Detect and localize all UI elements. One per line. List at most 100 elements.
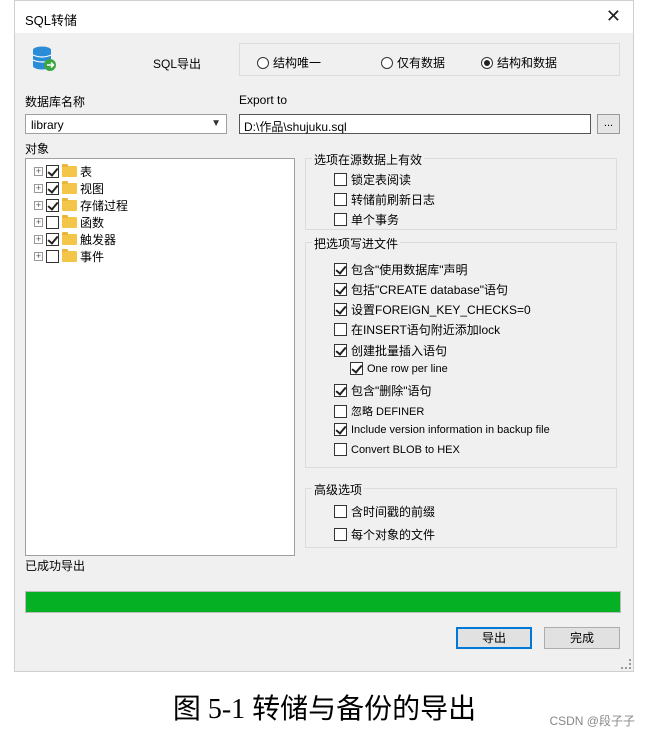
tree-item-views[interactable]: + 视图: [34, 180, 104, 197]
checkbox[interactable]: [334, 193, 347, 206]
resize-grip-icon[interactable]: [621, 659, 631, 669]
option-add-lock[interactable]: 在INSERT语句附近添加lock: [334, 321, 500, 338]
status-text: 已成功导出: [25, 559, 86, 573]
expand-icon[interactable]: +: [34, 167, 43, 176]
file-options-title: 把选项写进文件: [312, 235, 401, 252]
option-use-database[interactable]: 包含"使用数据库"声明: [334, 261, 468, 278]
tree-item-label: 存储过程: [80, 199, 129, 213]
tree-item-tables[interactable]: + 表: [34, 163, 92, 180]
option-one-row-per-line[interactable]: One row per line: [350, 362, 448, 375]
checkbox[interactable]: [334, 173, 347, 186]
tree-item-triggers[interactable]: + 触发器: [34, 231, 116, 248]
watermark: CSDN @段子子: [549, 714, 635, 728]
expand-icon[interactable]: +: [34, 252, 43, 261]
option-blob-to-hex[interactable]: Convert BLOB to HEX: [334, 443, 460, 456]
option-include-drop[interactable]: 包含"删除"语句: [334, 382, 432, 399]
folder-icon: [62, 215, 77, 228]
checkbox[interactable]: [350, 362, 363, 375]
radio-button[interactable]: [257, 56, 269, 69]
checkbox[interactable]: [334, 505, 347, 518]
tree-item-procedures[interactable]: + 存储过程: [34, 197, 128, 214]
database-name-label: 数据库名称: [25, 95, 86, 109]
radio-button[interactable]: [381, 56, 393, 69]
tree-item-label: 事件: [80, 250, 105, 264]
tree-item-functions[interactable]: + 函数: [34, 214, 104, 231]
option-label: 包括"CREATE database"语句: [351, 283, 509, 297]
database-select-value: library: [31, 118, 64, 132]
folder-icon: [62, 198, 77, 211]
checkbox[interactable]: [46, 182, 59, 195]
option-ignore-definer[interactable]: 忽略 DEFINER: [334, 403, 424, 419]
checkbox[interactable]: [334, 384, 347, 397]
checkbox[interactable]: [46, 250, 59, 263]
object-tree[interactable]: + 表 + 视图 + 存储过程 + 函数 + 触发器 + 事件: [25, 158, 295, 556]
expand-icon[interactable]: +: [34, 218, 43, 227]
checkbox[interactable]: [334, 404, 347, 418]
folder-icon: [62, 249, 77, 262]
radio-structure-only[interactable]: 结构唯一: [257, 54, 321, 71]
database-icon: [32, 46, 56, 71]
tree-item-label: 触发器: [80, 233, 117, 247]
close-icon[interactable]: ✕: [606, 6, 621, 26]
checkbox[interactable]: [334, 283, 347, 296]
option-file-per-object[interactable]: 每个对象的文件: [334, 526, 435, 543]
source-options-title: 选项在源数据上有效: [312, 151, 425, 168]
option-flush-logs[interactable]: 转储前刷新日志: [334, 191, 435, 208]
finish-button[interactable]: 完成: [544, 627, 620, 649]
radio-data-only[interactable]: 仅有数据: [381, 54, 445, 71]
chevron-down-icon[interactable]: ▼: [211, 118, 221, 129]
browse-button[interactable]: ...: [597, 114, 620, 134]
source-options-group: 选项在源数据上有效 锁定表阅读 转储前刷新日志 单个事务: [305, 151, 617, 230]
export-mode-label: SQL导出: [153, 57, 202, 71]
checkbox[interactable]: [334, 213, 347, 226]
option-label: 设置FOREIGN_KEY_CHECKS=0: [351, 303, 531, 317]
tree-item-label: 表: [80, 165, 93, 179]
database-select[interactable]: library ▼: [25, 114, 227, 134]
window-title: SQL转储: [25, 13, 78, 28]
sql-dump-dialog: SQL转储 ✕ SQL导出 结构唯一 仅有数据 结构和数据 数据库名称 libr…: [14, 0, 634, 672]
checkbox[interactable]: [46, 233, 59, 246]
export-button[interactable]: 导出: [456, 627, 532, 649]
option-version-info[interactable]: Include version information in backup fi…: [334, 423, 550, 436]
checkbox[interactable]: [334, 263, 347, 276]
option-label: 包含"使用数据库"声明: [351, 263, 468, 277]
checkbox[interactable]: [334, 423, 347, 436]
checkbox[interactable]: [334, 528, 347, 541]
option-foreign-key-checks[interactable]: 设置FOREIGN_KEY_CHECKS=0: [334, 301, 531, 318]
option-bulk-insert[interactable]: 创建批量插入语句: [334, 342, 447, 359]
checkbox[interactable]: [46, 216, 59, 229]
advanced-options-title: 高级选项: [312, 481, 365, 498]
expand-icon[interactable]: +: [34, 235, 43, 244]
folder-icon: [62, 232, 77, 245]
checkbox[interactable]: [46, 165, 59, 178]
progress-bar: [25, 591, 621, 613]
expand-icon[interactable]: +: [34, 201, 43, 210]
checkbox[interactable]: [46, 199, 59, 212]
option-label: 含时间戳的前缀: [351, 505, 436, 519]
option-lock-tables[interactable]: 锁定表阅读: [334, 171, 411, 188]
export-path-field[interactable]: D:\作品\shujuku.sql: [239, 114, 591, 134]
checkbox[interactable]: [334, 303, 347, 316]
radio-label: 结构唯一: [273, 56, 322, 70]
checkbox[interactable]: [334, 344, 347, 357]
option-single-transaction[interactable]: 单个事务: [334, 211, 399, 228]
option-create-database[interactable]: 包括"CREATE database"语句: [334, 281, 508, 298]
file-options-group: 把选项写进文件 包含"使用数据库"声明 包括"CREATE database"语…: [305, 235, 617, 468]
radio-button[interactable]: [481, 56, 493, 69]
option-label: One row per line: [367, 362, 448, 375]
folder-icon: [62, 164, 77, 177]
option-label: Convert BLOB to HEX: [351, 443, 460, 456]
option-timestamp-prefix[interactable]: 含时间戳的前缀: [334, 503, 435, 520]
option-label: 在INSERT语句附近添加lock: [351, 323, 501, 337]
option-label: 创建批量插入语句: [351, 344, 448, 358]
advanced-options-group: 高级选项 含时间戳的前缀 每个对象的文件: [305, 481, 617, 548]
checkbox[interactable]: [334, 443, 347, 456]
export-to-label: Export to: [239, 93, 288, 107]
option-label: 锁定表阅读: [351, 173, 412, 187]
option-label: 单个事务: [351, 213, 400, 227]
tree-item-events[interactable]: + 事件: [34, 248, 104, 265]
checkbox[interactable]: [334, 323, 347, 336]
objects-label: 对象: [25, 142, 50, 156]
expand-icon[interactable]: +: [34, 184, 43, 193]
radio-structure-and-data[interactable]: 结构和数据: [481, 54, 557, 71]
